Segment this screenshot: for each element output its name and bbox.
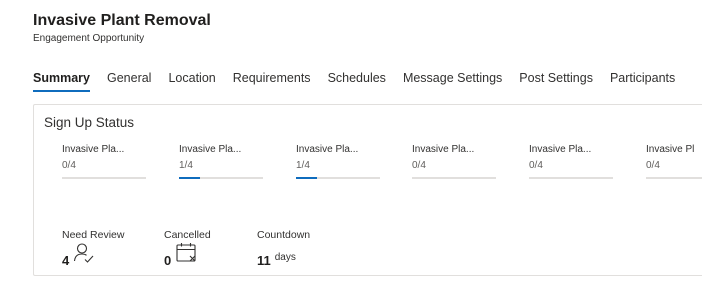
signup-status-item[interactable]: Invasive Pla... 0/4 (529, 143, 613, 179)
signup-progress-track (529, 177, 613, 179)
tab-post-settings[interactable]: Post Settings (519, 70, 593, 96)
tab-requirements[interactable]: Requirements (233, 70, 311, 96)
signup-item-name: Invasive Pla... (62, 144, 125, 155)
signup-progress-fill (179, 177, 200, 179)
signup-progress-track (646, 177, 702, 179)
signup-item-name: Invasive Pla... (179, 144, 242, 155)
signup-item-name: Invasive Pl (646, 144, 695, 155)
signup-item-count: 0/4 (412, 160, 426, 171)
signup-status-item[interactable]: Invasive Pla... 1/4 (179, 143, 263, 179)
signup-item-name: Invasive Pla... (412, 144, 475, 155)
person-check-icon (73, 242, 95, 269)
signup-progress-fill (296, 177, 317, 179)
countdown-unit: days (274, 252, 296, 263)
signup-status-item[interactable]: Invasive Pla... 1/4 (296, 143, 380, 179)
signup-item-name: Invasive Pla... (529, 144, 592, 155)
cancelled-value: 0 (164, 253, 172, 268)
need-review-metric[interactable]: Need Review 4 (62, 229, 124, 269)
signup-item-count: 0/4 (529, 160, 543, 171)
signup-item-count: 0/4 (62, 160, 76, 171)
page-header: Invasive Plant Removal Engagement Opport… (33, 11, 211, 45)
signup-progress-track (412, 177, 496, 179)
tab-bar: Summary General Location Requirements Sc… (33, 70, 692, 96)
signup-status-item[interactable]: Invasive Pla... 0/4 (412, 143, 496, 179)
signup-progress-track (62, 177, 146, 179)
signup-status-title: Sign Up Status (44, 115, 135, 130)
need-review-label: Need Review (62, 229, 125, 241)
tab-schedules[interactable]: Schedules (328, 70, 386, 96)
tab-summary[interactable]: Summary (33, 70, 90, 96)
need-review-value: 4 (62, 253, 70, 268)
signup-item-count: 1/4 (296, 160, 310, 171)
signup-progress-track (179, 177, 263, 179)
tab-participants[interactable]: Participants (610, 70, 675, 96)
signup-progress-track (296, 177, 380, 179)
signup-status-item[interactable]: Invasive Pla... 0/4 (62, 143, 146, 179)
signup-item-name: Invasive Pla... (296, 144, 359, 155)
signup-item-count: 1/4 (179, 160, 193, 171)
cancelled-metric[interactable]: Cancelled 0 (164, 229, 211, 269)
tab-general[interactable]: General (107, 70, 151, 96)
page-subtitle: Engagement Opportunity (33, 33, 145, 44)
signup-status-item[interactable]: Invasive Pl 0/4 (646, 143, 702, 179)
tab-location[interactable]: Location (168, 70, 215, 96)
cancelled-label: Cancelled (164, 229, 211, 241)
countdown-label: Countdown (257, 229, 311, 241)
page-title: Invasive Plant Removal (33, 12, 211, 29)
countdown-value: 11 (257, 253, 271, 268)
summary-card: Sign Up Status Invasive Pla... 0/4 Invas… (33, 104, 702, 276)
tab-message-settings[interactable]: Message Settings (403, 70, 502, 96)
signup-item-count: 0/4 (646, 160, 660, 171)
calendar-cancel-icon (175, 242, 199, 269)
countdown-metric: Countdown 11 days (257, 229, 310, 269)
